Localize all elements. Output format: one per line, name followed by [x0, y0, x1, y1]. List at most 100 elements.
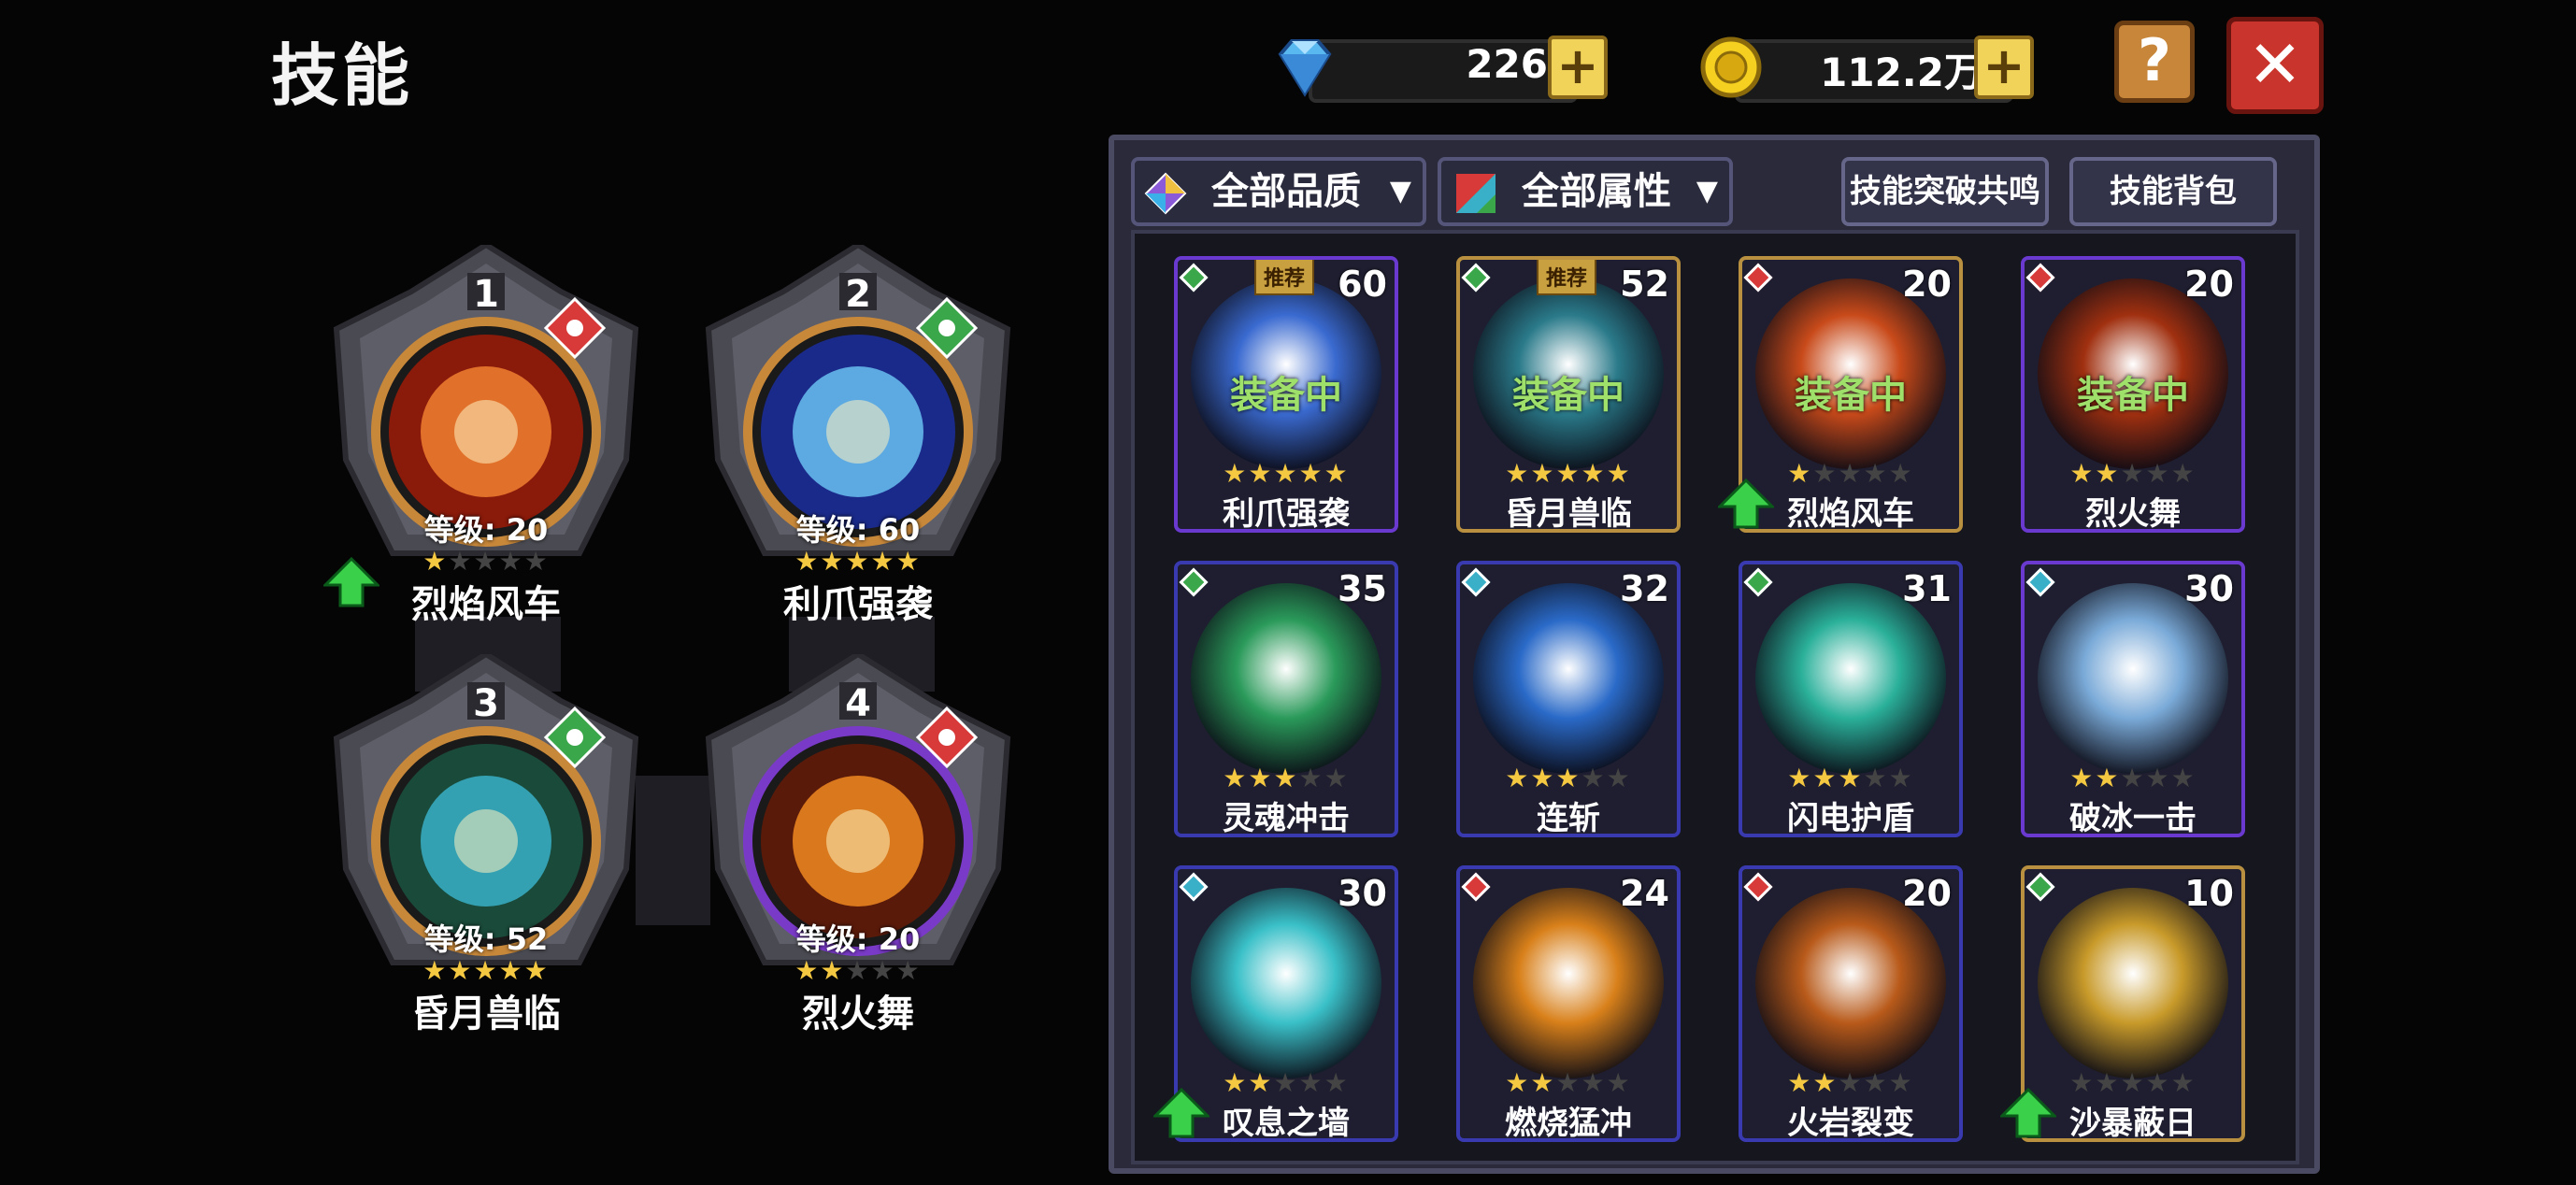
star-icon: ★ [1863, 458, 1889, 489]
skill-card[interactable]: 20 装备中 ★★★★★ 烈火舞 [2021, 256, 2245, 533]
upgrade-arrow-icon [2000, 1088, 2056, 1138]
slot-level: 等级: 20 [795, 921, 921, 957]
skill-resonance-button[interactable]: 技能突破共鸣 [1841, 157, 2049, 226]
element-wind-icon [1461, 263, 1491, 293]
equip-slot[interactable]: 4 等级: 20 ★★★★★ 烈火舞 [699, 654, 1017, 1035]
page-title: 技能 [271, 36, 414, 115]
element-ice-icon [1179, 872, 1209, 902]
slot-number: 4 [845, 682, 871, 725]
skill-level: 52 [1620, 264, 1669, 305]
equip-slot[interactable]: 2 等级: 60 ★★★★★ 利爪强袭 [699, 245, 1017, 626]
skill-name: 昏月兽临 [1505, 495, 1632, 533]
help-button[interactable]: ? [2114, 21, 2195, 103]
star-icon: ★ [1530, 458, 1556, 489]
star-icon: ★ [1606, 763, 1632, 793]
star-icon: ★ [1530, 1067, 1556, 1098]
star-icon: ★ [422, 546, 449, 577]
skill-stars: ★★★★★ [1460, 458, 1677, 489]
slot-skill-name: 利爪强袭 [783, 583, 933, 626]
skill-card[interactable]: 24 ★★★★★ 燃烧猛冲 [1456, 865, 1681, 1142]
skill-name: 破冰一击 [2069, 800, 2197, 837]
star-icon: ★ [1812, 763, 1839, 793]
equipped-label: 装备中 [1512, 374, 1624, 417]
star-icon: ★ [1606, 458, 1632, 489]
slot-stars: ★★★★★ [327, 955, 645, 986]
quality-filter-label: 全部品质 [1211, 170, 1361, 213]
upgrade-arrow-icon [323, 557, 379, 607]
star-icon: ★ [895, 955, 922, 986]
star-icon: ★ [2145, 458, 2171, 489]
slot-skill-name: 烈火舞 [802, 992, 914, 1035]
element-ice-icon [2025, 567, 2055, 597]
skill-name: 连斩 [1537, 800, 1600, 837]
skill-art-icon [1473, 583, 1664, 774]
star-icon: ★ [1787, 763, 1813, 793]
star-icon: ★ [1606, 1067, 1632, 1098]
skill-card[interactable]: 推荐 52 装备中 ★★★★★ 昏月兽临 [1456, 256, 1681, 533]
star-icon: ★ [1223, 763, 1249, 793]
skill-card[interactable]: 35 ★★★★★ 灵魂冲击 [1174, 561, 1398, 837]
slot-level: 等级: 52 [423, 921, 549, 957]
element-fire-icon [1743, 872, 1773, 902]
skill-stars: ★★★★★ [1178, 1067, 1395, 1098]
skill-stars: ★★★★★ [1178, 763, 1395, 793]
skill-stars: ★★★★★ [1742, 763, 1959, 793]
skill-name: 利爪强袭 [1223, 495, 1350, 533]
star-icon: ★ [1838, 458, 1864, 489]
star-icon: ★ [1888, 1067, 1914, 1098]
star-icon: ★ [2120, 1067, 2146, 1098]
attribute-icon [1456, 174, 1496, 213]
slot-number: 3 [473, 682, 499, 725]
star-icon: ★ [1863, 763, 1889, 793]
slot-level: 等级: 20 [423, 512, 549, 548]
skill-level: 20 [2184, 264, 2234, 305]
skill-name: 灵魂冲击 [1223, 800, 1350, 837]
skill-card[interactable]: 推荐 60 装备中 ★★★★★ 利爪强袭 [1174, 256, 1398, 533]
skill-card[interactable]: 20 ★★★★★ 火岩裂变 [1739, 865, 1963, 1142]
skill-card[interactable]: 32 ★★★★★ 连斩 [1456, 561, 1681, 837]
slot-stars: ★★★★★ [699, 546, 1017, 577]
star-icon: ★ [422, 955, 449, 986]
recommend-badge: 推荐 [1254, 260, 1315, 295]
add-gems-button[interactable]: + [1548, 36, 1608, 99]
diamond-icon [1278, 39, 1332, 97]
star-icon: ★ [1838, 1067, 1864, 1098]
skill-stars: ★★★★★ [2025, 1067, 2241, 1098]
star-icon: ★ [1273, 763, 1299, 793]
star-icon: ★ [1888, 458, 1914, 489]
element-wind-icon [1179, 263, 1209, 293]
star-icon: ★ [870, 955, 896, 986]
skill-card[interactable]: 31 ★★★★★ 闪电护盾 [1739, 561, 1963, 837]
skill-bag-button[interactable]: 技能背包 [2069, 157, 2277, 226]
add-gold-button[interactable]: + [1974, 36, 2034, 99]
star-icon: ★ [1298, 1067, 1324, 1098]
star-icon: ★ [2145, 763, 2171, 793]
quality-gem-icon [1144, 172, 1187, 215]
upgrade-arrow-icon [1153, 1088, 1209, 1138]
skill-stars: ★★★★★ [1460, 1067, 1677, 1098]
star-icon: ★ [2120, 763, 2146, 793]
close-button[interactable]: ✕ [2226, 17, 2324, 114]
skill-name: 火岩裂变 [1787, 1105, 1914, 1142]
equip-slot[interactable]: 1 等级: 20 ★★★★★ 烈焰风车 [327, 245, 645, 626]
element-wind-icon [1179, 567, 1209, 597]
attribute-filter-dropdown[interactable]: 全部属性 ▼ [1438, 157, 1733, 226]
coin-icon [1700, 36, 1762, 98]
slot-level: 等级: 60 [795, 512, 921, 548]
skill-level: 20 [1902, 264, 1952, 305]
quality-filter-dropdown[interactable]: 全部品质 ▼ [1131, 157, 1426, 226]
slot-number: 1 [473, 273, 499, 316]
star-icon: ★ [498, 546, 524, 577]
star-icon: ★ [1505, 458, 1531, 489]
gem-counter: 226 + [1271, 34, 1626, 103]
skill-stars: ★★★★★ [2025, 763, 2241, 793]
star-icon: ★ [1273, 1067, 1299, 1098]
skill-level: 60 [1338, 264, 1387, 305]
skill-card[interactable]: 30 ★★★★★ 破冰一击 [2021, 561, 2245, 837]
equip-slot[interactable]: 3 等级: 52 ★★★★★ 昏月兽临 [327, 654, 645, 1035]
star-icon: ★ [1555, 763, 1581, 793]
element-wind-icon [1743, 567, 1773, 597]
star-icon: ★ [1812, 1067, 1839, 1098]
skill-stars: ★★★★★ [1742, 458, 1959, 489]
star-icon: ★ [1555, 1067, 1581, 1098]
